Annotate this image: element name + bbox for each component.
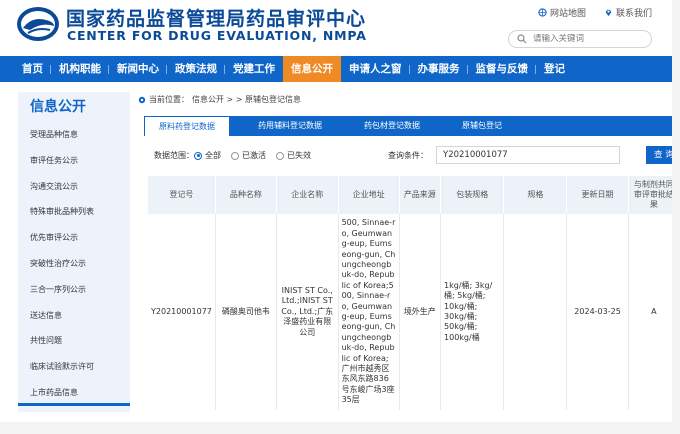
- sidebar-item-accepted[interactable]: 受理品种信息: [18, 122, 130, 148]
- cell-reg-no: Y20210001077: [148, 214, 216, 410]
- pin-icon: [605, 9, 612, 17]
- breadcrumb: 当前位置： 信息公开 > > 原辅包登记信息: [138, 94, 301, 105]
- breadcrumb-path[interactable]: 信息公开 > > 原辅包登记信息: [192, 94, 301, 105]
- cell-address: 500, Sinnae-ro, Geumwang-eup, Eumseong-g…: [338, 214, 400, 410]
- sidebar-title: 信息公开: [30, 99, 86, 115]
- sidebar-item-delivery[interactable]: 送达信息: [18, 303, 130, 329]
- cell-enterprise: INIST ST Co., Ltd.;INIST ST Co., Ltd.;广东…: [276, 214, 339, 410]
- th-enterprise: 企业名称: [276, 176, 339, 214]
- radio-active-label: 已激活: [242, 151, 266, 160]
- radio-invalid-label: 已失效: [287, 151, 311, 160]
- cde-logo-icon[interactable]: [16, 6, 60, 42]
- search-icon[interactable]: [517, 34, 527, 44]
- nav-policy[interactable]: 政策法规: [167, 56, 225, 82]
- cell-name: 磷酸奥司他韦: [215, 214, 277, 410]
- radio-invalid[interactable]: 已失效: [276, 150, 311, 161]
- nav-applicant[interactable]: 申请人之窗: [341, 56, 410, 82]
- cell-package: 1kg/桶; 3kg/桶; 5kg/桶; 10kg/桶; 30kg/桶; 50k…: [440, 214, 505, 410]
- site-header: 国家药品监督管理局药品审评中心 CENTER FOR DRUG EVALUATI…: [0, 0, 680, 52]
- top-links: 网站地图 联系我们: [538, 6, 652, 19]
- th-source: 产品来源: [399, 176, 442, 214]
- sidebar-item-priority-review[interactable]: 优先审评公示: [18, 225, 130, 251]
- radio-all-label: 全部: [205, 151, 221, 160]
- tab-excipient-data[interactable]: 药用辅料登记数据: [244, 116, 336, 136]
- nav-feedback[interactable]: 监督与反馈: [468, 56, 537, 82]
- breadcrumb-prefix: 当前位置：: [149, 95, 189, 104]
- nav-service[interactable]: 办事服务: [410, 56, 468, 82]
- site-title-en: CENTER FOR DRUG EVALUATION, NMPA: [67, 28, 367, 43]
- data-scope-filter: 数据范围： 全部 已激活 已失效: [154, 150, 321, 161]
- sidebar-item-clinical-trial[interactable]: 临床试验默示许可: [18, 354, 130, 380]
- registration-table: 登记号 品种名称 企业名称 企业地址 产品来源 包装规格 规格 更新日期 与制剂…: [148, 176, 680, 410]
- th-package: 包装规格: [440, 176, 505, 214]
- site-search: [508, 30, 652, 48]
- sidebar-item-special-approval[interactable]: 特殊审批品种列表: [18, 199, 130, 225]
- horizontal-scrollbar[interactable]: [0, 422, 680, 434]
- nav-info-public[interactable]: 信息公开: [283, 56, 341, 82]
- main-nav: 首页 机构职能 新闻中心 政策法规 党建工作 信息公开 申请人之窗 办事服务 监…: [0, 56, 680, 82]
- sidebar-item-review-tasks[interactable]: 审评任务公示: [18, 148, 130, 174]
- nav-news[interactable]: 新闻中心: [109, 56, 167, 82]
- table-header-row: 登记号 品种名称 企业名称 企业地址 产品来源 包装规格 规格 更新日期 与制剂…: [148, 176, 680, 214]
- th-address: 企业地址: [338, 176, 400, 214]
- th-name: 品种名称: [215, 176, 277, 214]
- sidebar: 信息公开 受理品种信息 审评任务公示 沟通交流公示 特殊审批品种列表 优先审评公…: [18, 92, 130, 412]
- contact-link-label: 联系我们: [615, 9, 652, 19]
- tab-registration[interactable]: 原辅包登记: [448, 116, 516, 136]
- nav-home[interactable]: 首页: [14, 56, 51, 82]
- site-title-cn: 国家药品监督管理局药品审评中心: [66, 8, 367, 30]
- data-scope-label: 数据范围：: [154, 151, 194, 160]
- tab-packaging-data[interactable]: 药包材登记数据: [350, 116, 434, 136]
- contact-link[interactable]: 联系我们: [604, 6, 652, 19]
- radio-active-dot[interactable]: [231, 151, 239, 160]
- sitemap-icon: [538, 8, 547, 17]
- nav-party[interactable]: 党建工作: [225, 56, 283, 82]
- radio-all-dot[interactable]: [194, 151, 202, 160]
- sidebar-item-marketed-drugs[interactable]: 上市药品信息: [18, 380, 130, 406]
- nav-register[interactable]: 登记: [536, 56, 573, 82]
- radio-active[interactable]: 已激活: [231, 150, 266, 161]
- cell-date: 2024-03-25: [566, 214, 629, 410]
- site-search-input[interactable]: [533, 34, 643, 44]
- sidebar-item-common-issues[interactable]: 共性问题: [18, 328, 130, 354]
- radio-all[interactable]: 全部: [194, 150, 221, 161]
- query-input[interactable]: Y20210001077: [436, 146, 620, 164]
- vertical-scrollbar[interactable]: [672, 0, 680, 434]
- sitemap-link-label: 网站地图: [549, 9, 586, 19]
- tab-api-data[interactable]: 原料药登记数据: [144, 116, 230, 136]
- th-reg-no: 登记号: [148, 176, 216, 214]
- table-row[interactable]: Y20210001077 磷酸奥司他韦 INIST ST Co., Ltd.;I…: [148, 214, 680, 410]
- sidebar-item-communication[interactable]: 沟通交流公示: [18, 174, 130, 200]
- nav-institution[interactable]: 机构职能: [51, 56, 109, 82]
- th-spec: 规格: [503, 176, 568, 214]
- th-date: 更新日期: [566, 176, 629, 214]
- query-label: 查询条件：: [388, 151, 428, 160]
- cell-source: 境外生产: [399, 214, 442, 410]
- sitemap-link[interactable]: 网站地图: [538, 6, 586, 19]
- location-icon: [138, 96, 146, 103]
- sidebar-item-three-in-one[interactable]: 三合一序列公示: [18, 277, 130, 303]
- radio-invalid-dot[interactable]: [276, 151, 284, 160]
- cell-spec: [503, 214, 568, 410]
- main-content: 当前位置： 信息公开 > > 原辅包登记信息 原料药登记数据 药用辅料登记数据 …: [138, 90, 680, 420]
- sidebar-item-breakthrough[interactable]: 突破性治疗公示: [18, 251, 130, 277]
- data-tabs: 原料药登记数据 药用辅料登记数据 药包材登记数据 原辅包登记: [144, 116, 674, 136]
